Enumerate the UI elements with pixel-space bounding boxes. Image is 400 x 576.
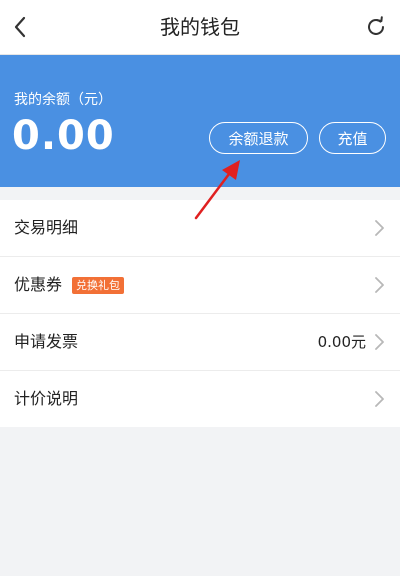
balance-label: 我的余额（元） bbox=[14, 92, 112, 108]
list-item-coupons[interactable]: 优惠券 兑换礼包 bbox=[0, 257, 400, 314]
refresh-button[interactable] bbox=[360, 11, 392, 43]
list-item-label: 交易明细 bbox=[14, 218, 79, 237]
list-item-apply-invoice[interactable]: 申请发票 0.00元 bbox=[0, 314, 400, 371]
chevron-right-icon bbox=[375, 334, 384, 350]
chevron-right-icon bbox=[375, 391, 384, 407]
chevron-left-icon bbox=[14, 16, 26, 38]
wallet-menu-list: 交易明细 优惠券 兑换礼包 申请发票 0.00元 计价说明 bbox=[0, 200, 400, 427]
wallet-page: 我的钱包 我的余额（元） 0.00 余额退款 充值 交易明细 优惠券 兑换礼包 bbox=[0, 0, 400, 576]
list-item-transaction-details[interactable]: 交易明细 bbox=[0, 200, 400, 257]
list-item-pricing-info[interactable]: 计价说明 bbox=[0, 371, 400, 427]
top-navigation-bar: 我的钱包 bbox=[0, 0, 400, 55]
balance-amount: 0.00 bbox=[12, 113, 115, 159]
recharge-button[interactable]: 充值 bbox=[319, 122, 386, 154]
back-button[interactable] bbox=[4, 9, 36, 45]
page-title: 我的钱包 bbox=[160, 15, 240, 39]
list-item-label: 优惠券 bbox=[14, 275, 63, 294]
balance-refund-button[interactable]: 余额退款 bbox=[209, 122, 308, 154]
chevron-right-icon bbox=[375, 277, 384, 293]
balance-card: 我的余额（元） 0.00 余额退款 充值 bbox=[0, 55, 400, 187]
invoice-amount: 0.00元 bbox=[317, 333, 366, 351]
list-item-label: 申请发票 bbox=[14, 332, 79, 351]
chevron-right-icon bbox=[375, 220, 384, 236]
list-item-label: 计价说明 bbox=[14, 389, 79, 408]
refresh-icon bbox=[368, 16, 384, 35]
redeem-gift-badge: 兑换礼包 bbox=[72, 277, 124, 294]
